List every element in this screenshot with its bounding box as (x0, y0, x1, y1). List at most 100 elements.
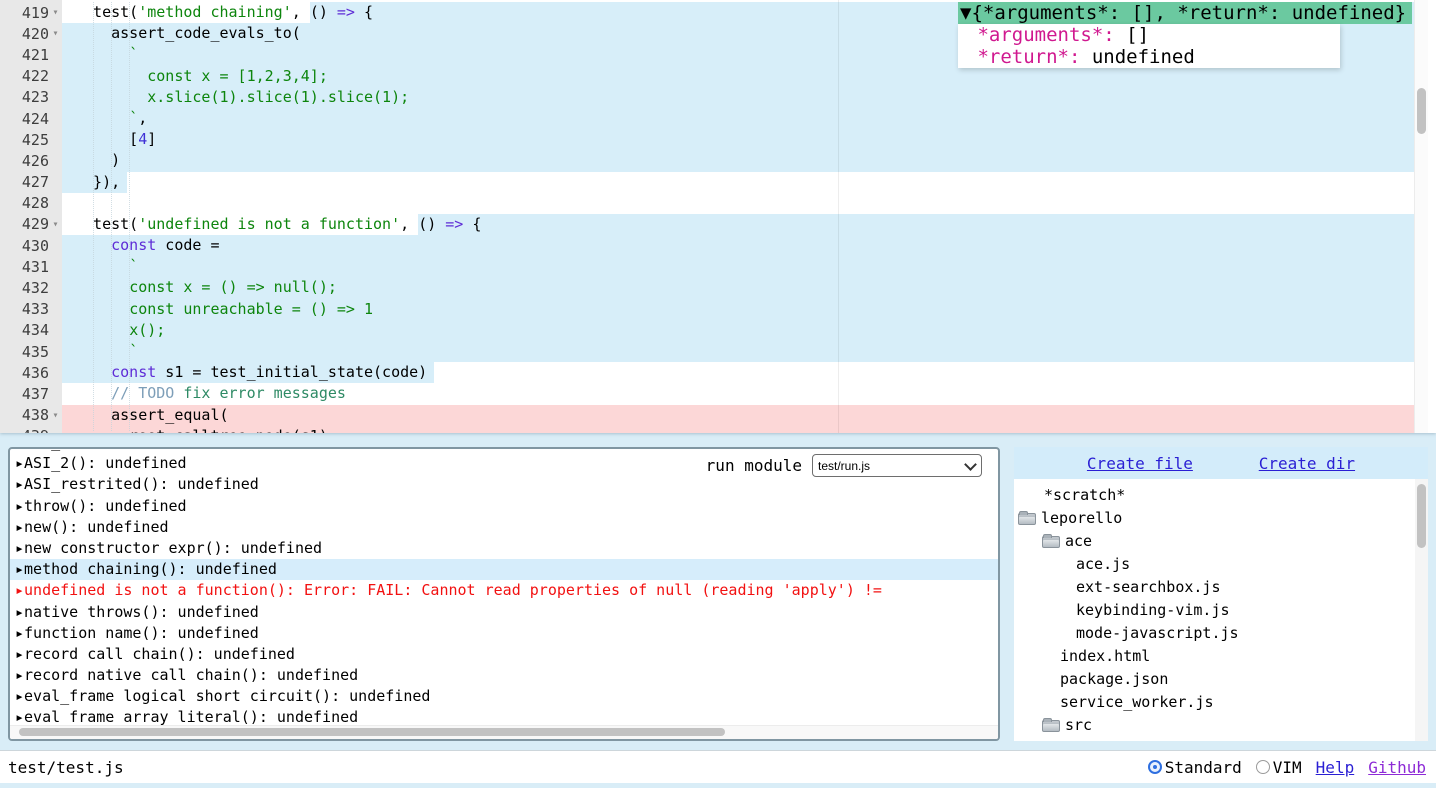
code-line-prefix: // TODO fix error messages (62, 383, 346, 404)
create-file-link[interactable]: Create file (1087, 454, 1193, 473)
tooltip-row[interactable]: *arguments*: [] (958, 24, 1340, 46)
file-tree-item[interactable]: ace.js (1014, 553, 1428, 576)
file-tree-item[interactable]: leporello (1014, 507, 1428, 530)
test-result-item[interactable]: ▸eval_frame logical short circuit(): und… (10, 686, 998, 707)
call-highlight: ` (62, 256, 1415, 277)
gutter-line-420: 420▾ (0, 23, 62, 44)
expand-triangle-icon[interactable]: ▸ (15, 474, 24, 495)
expand-triangle-icon[interactable]: ▸ (15, 665, 24, 686)
fold-arrow-icon[interactable]: ▾ (49, 7, 62, 18)
value-tooltip-summary[interactable]: ▼{*arguments*: [], *return*: undefined} (958, 2, 1412, 24)
expand-triangle-icon[interactable]: ▸ (15, 559, 24, 580)
keybinding-option-vim[interactable]: VIM (1256, 758, 1302, 777)
code-editor[interactable]: 419▾420▾421422423424425426427428429▾4304… (0, 0, 1436, 433)
code-line-428[interactable] (62, 193, 1415, 214)
test-result-item[interactable]: ▸native throws(): undefined (10, 602, 998, 623)
test-result-item[interactable]: ▸method chaining(): undefined (10, 559, 998, 580)
test-result-item[interactable]: ▸record call chain(): undefined (10, 644, 998, 665)
call-highlight: root_calltree_node(s1) (62, 426, 1415, 433)
radio-unselected-icon[interactable] (1256, 760, 1270, 774)
expand-triangle-icon[interactable]: ▸ (15, 602, 24, 623)
code-line-436[interactable]: const s1 = test_initial_state(code) (62, 362, 1415, 383)
code-line-430[interactable]: const code = (62, 235, 1415, 256)
test-result-item[interactable]: ▸ASI_restrited(): undefined (10, 474, 998, 495)
fold-arrow-icon[interactable]: ▾ (49, 410, 62, 421)
expand-triangle-icon[interactable]: ▸ (15, 453, 24, 474)
code-token: ` (129, 341, 138, 362)
test-result-item[interactable]: ▸throw(): undefined (10, 496, 998, 517)
file-tree-label: service_worker.js (1060, 691, 1214, 714)
expand-triangle-icon[interactable]: ▸ (15, 580, 24, 601)
file-tree-item[interactable]: src (1014, 714, 1428, 737)
expand-triangle-icon[interactable]: ▸ (15, 686, 24, 707)
code-line-429[interactable]: test('undefined is not a function', () =… (62, 214, 1415, 235)
code-line-431[interactable]: ` (62, 256, 1415, 277)
code-line-432[interactable]: const x = () => null(); (62, 277, 1415, 298)
test-result-item[interactable]: ▸eval_frame array_literal(): undefined (10, 707, 998, 726)
file-tree-item[interactable]: keybinding-vim.js (1014, 599, 1428, 622)
file-panel-header: Create file Create dir (1014, 447, 1428, 479)
scrollbar-thumb[interactable] (1417, 484, 1426, 548)
code-line-433[interactable]: const unreachable = () => 1 (62, 299, 1415, 320)
expand-triangle-icon[interactable]: ▸ (15, 496, 24, 517)
code-line-425[interactable]: [4] (62, 129, 1415, 150)
test-result-item[interactable]: ▸new constructor expr(): undefined (10, 538, 998, 559)
scrollbar-thumb[interactable] (19, 728, 725, 736)
code-line-prefix: test('undefined is not a function', (62, 214, 418, 235)
create-dir-link[interactable]: Create dir (1259, 454, 1355, 473)
file-tree-item[interactable]: service_worker.js (1014, 691, 1428, 714)
expand-triangle-icon[interactable]: ▸ (15, 538, 24, 559)
file-tree-item[interactable]: ace (1014, 530, 1428, 553)
file-tree-item[interactable]: ext-searchbox.js (1014, 576, 1428, 599)
file-tree-item[interactable]: *scratch* (1014, 484, 1428, 507)
expand-triangle-icon[interactable]: ▸ (15, 623, 24, 644)
code-line-427[interactable]: }), (62, 172, 1415, 193)
fold-arrow-icon[interactable]: ▾ (49, 219, 62, 230)
code-token: => (337, 2, 355, 23)
call-highlight: x.slice(1).slice(1).slice(1); (62, 87, 1415, 108)
radio-selected-icon[interactable] (1148, 760, 1162, 774)
results-horizontal-scrollbar[interactable] (10, 725, 998, 739)
code-line-426[interactable]: ) (62, 150, 1415, 171)
editor-vertical-scrollbar[interactable] (1414, 0, 1428, 433)
code-token: // TODO (111, 383, 174, 404)
code-line-434[interactable]: x(); (62, 320, 1415, 341)
help-link[interactable]: Help (1316, 758, 1355, 777)
code-line-424[interactable]: `, (62, 108, 1415, 129)
run-module-select[interactable]: test/run.js (812, 454, 982, 477)
test-result-text: eval_frame logical short circuit(): unde… (24, 687, 430, 705)
code-token: { (463, 214, 481, 235)
code-line-422[interactable]: const x = [1,2,3,4]; (62, 66, 1415, 87)
expand-triangle-icon[interactable]: ▸ (15, 707, 24, 726)
scrollbar-thumb[interactable] (1417, 88, 1426, 134)
expand-triangle-icon[interactable]: ▸ (15, 644, 24, 665)
code-token: () (418, 214, 445, 235)
line-number: 439 (0, 427, 49, 433)
call-highlight: const code = (62, 235, 1415, 256)
file-tree-item[interactable]: index.html (1014, 645, 1428, 668)
tooltip-row[interactable]: *return*: undefined (958, 46, 1340, 68)
expand-triangle-icon[interactable]: ▸ (15, 517, 24, 538)
test-result-item[interactable]: ▸new(): undefined (10, 517, 998, 538)
radio-label: Standard (1165, 758, 1242, 777)
code-line-423[interactable]: x.slice(1).slice(1).slice(1); (62, 87, 1415, 108)
code-token: 'undefined is not a function' (138, 214, 400, 235)
print-margin-ruler (838, 0, 839, 433)
file-tree-item[interactable]: mode-javascript.js (1014, 622, 1428, 645)
file-tree-scrollbar[interactable] (1415, 479, 1428, 741)
test-result-item[interactable]: ▸record native call chain(): undefined (10, 665, 998, 686)
keybinding-option-standard[interactable]: Standard (1148, 758, 1242, 777)
file-tree-item[interactable]: ast_utils.js (1014, 737, 1428, 741)
code-line-435[interactable]: ` (62, 341, 1415, 362)
fold-arrow-icon[interactable]: ▾ (49, 28, 62, 39)
code-line-438[interactable]: assert_equal( (62, 405, 1415, 426)
indent-guide (111, 2, 112, 431)
test-result-item[interactable]: ▸function name(): undefined (10, 623, 998, 644)
github-link[interactable]: Github (1368, 758, 1426, 777)
test-result-item[interactable]: ▸undefined is not a function(): Error: F… (10, 580, 998, 601)
file-tree-label: leporello (1041, 507, 1122, 530)
file-tree-item[interactable]: package.json (1014, 668, 1428, 691)
code-line-439[interactable]: root_calltree_node(s1) (62, 426, 1415, 433)
code-line-437[interactable]: // TODO fix error messages (62, 383, 1415, 404)
gutter-line-436: 436 (0, 362, 62, 383)
